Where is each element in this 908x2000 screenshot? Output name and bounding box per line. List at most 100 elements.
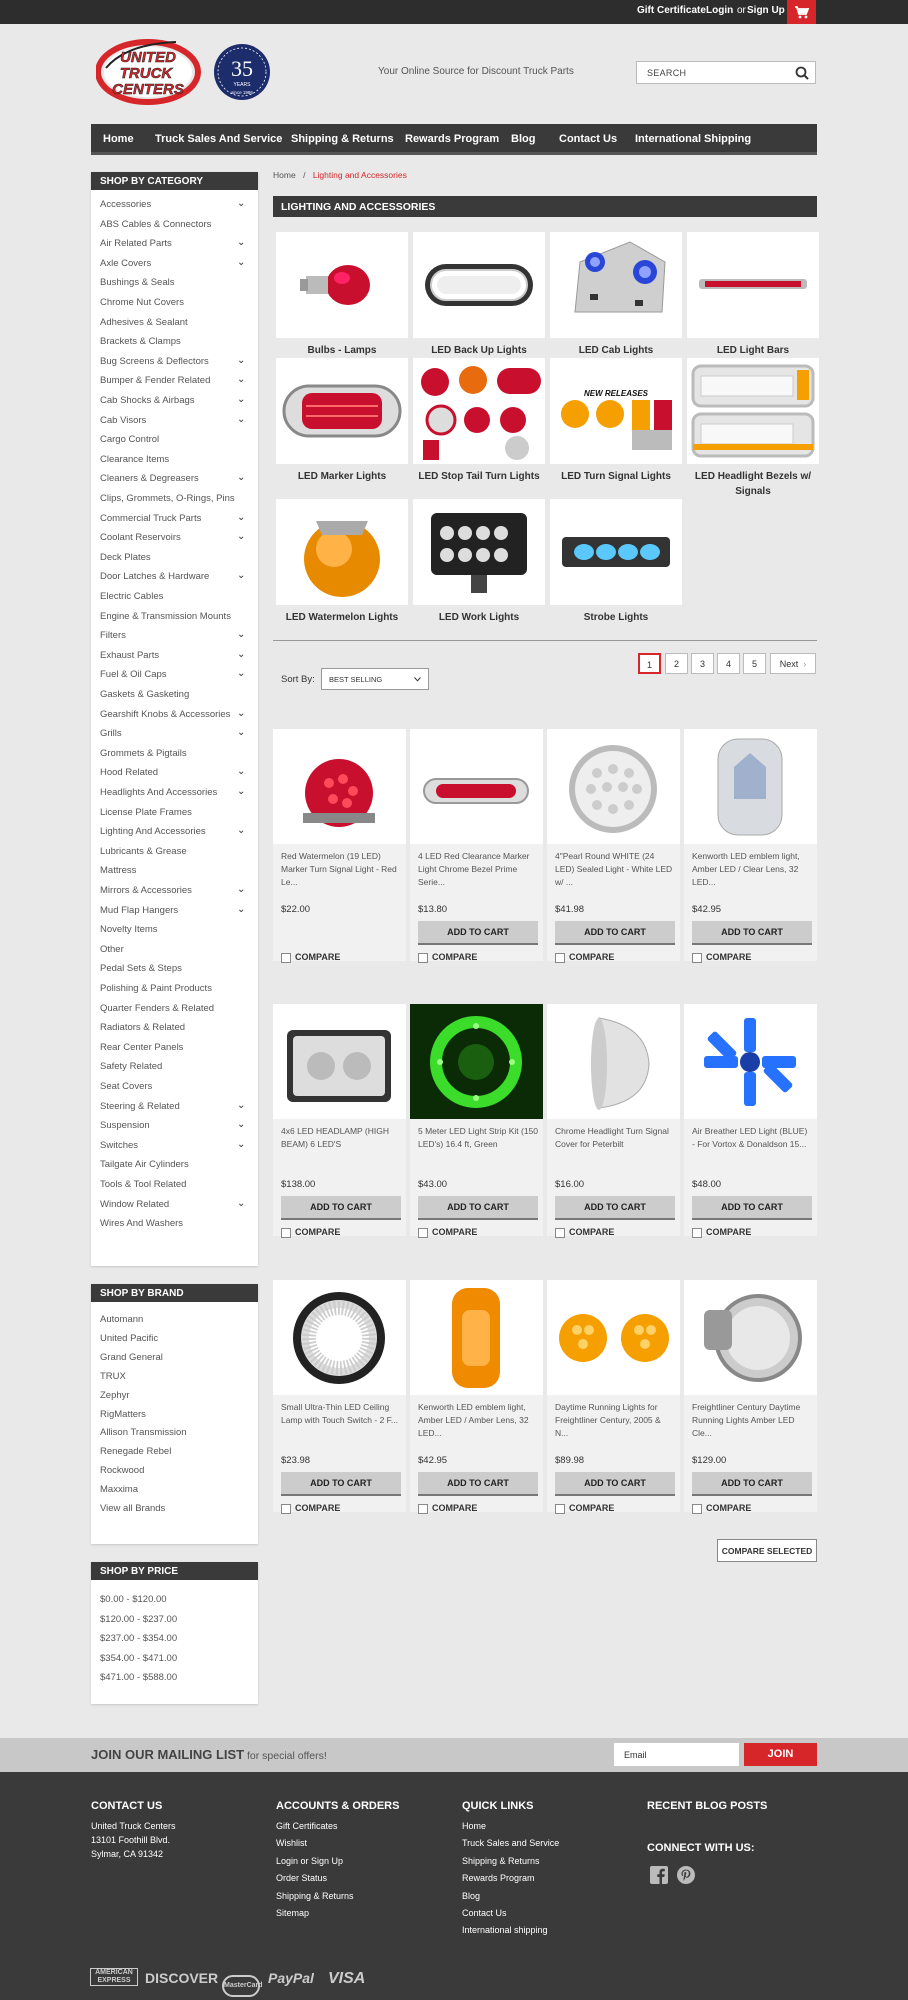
checkbox-box[interactable]: [281, 1227, 291, 1238]
subcategory-tile[interactable]: LED Cab Lights: [550, 232, 682, 358]
subcategory-image[interactable]: NEW RELEASES: [550, 358, 682, 464]
product-name[interactable]: Daytime Running Lights for Freightliner …: [555, 1401, 675, 1439]
nav-blog[interactable]: Blog: [511, 133, 535, 145]
product-image[interactable]: [273, 1280, 406, 1395]
compare-checkbox[interactable]: COMPARE: [281, 952, 340, 963]
sidebar-category-item[interactable]: Quarter Fenders & Related: [100, 1003, 214, 1014]
footer-quick-link[interactable]: Contact Us: [462, 1908, 507, 1918]
product-image[interactable]: [547, 729, 680, 844]
subcategory-tile[interactable]: Bulbs - Lamps: [276, 232, 408, 358]
footer-account-link[interactable]: Shipping & Returns: [276, 1891, 354, 1901]
sidebar-category-item[interactable]: Deck Plates: [100, 552, 151, 563]
sidebar-brand-item[interactable]: Renegade Rebel: [100, 1446, 171, 1457]
footer-quick-link[interactable]: Blog: [462, 1891, 480, 1901]
pinterest-icon[interactable]: [677, 1866, 695, 1884]
sidebar-category-item[interactable]: Tailgate Air Cylinders: [100, 1159, 189, 1170]
sidebar-category-item[interactable]: Headlights And Accessories: [100, 787, 217, 798]
footer-quick-link[interactable]: Truck Sales and Service: [462, 1838, 559, 1848]
sidebar-category-item[interactable]: Radiators & Related: [100, 1022, 185, 1033]
product-name[interactable]: 4 LED Red Clearance Marker Light Chrome …: [418, 850, 538, 888]
sidebar-category-item[interactable]: Door Latches & Hardware: [100, 571, 209, 582]
add-to-cart-button[interactable]: ADD TO CART: [281, 1196, 401, 1220]
chevron-down-icon[interactable]: ⌄: [237, 257, 245, 268]
subcategory-image[interactable]: [276, 232, 408, 338]
subcategory-tile[interactable]: LED Back Up Lights: [413, 232, 545, 358]
checkbox-box[interactable]: [692, 952, 702, 963]
sidebar-category-item[interactable]: Filters: [100, 630, 126, 641]
chevron-down-icon[interactable]: ⌄: [237, 1100, 245, 1111]
subcategory-tile[interactable]: LED Marker Lights: [276, 358, 408, 484]
compare-checkbox[interactable]: COMPARE: [692, 1227, 751, 1238]
sidebar-category-item[interactable]: Grills: [100, 728, 122, 739]
add-to-cart-button[interactable]: ADD TO CART: [555, 1472, 675, 1496]
sidebar-category-item[interactable]: Engine & Transmission Mounts: [100, 611, 231, 622]
facebook-icon[interactable]: [650, 1866, 668, 1884]
sidebar-category-item[interactable]: Adhesives & Sealant: [100, 317, 188, 328]
checkbox-box[interactable]: [555, 1503, 565, 1514]
cart-button[interactable]: [787, 0, 816, 24]
product-name[interactable]: Kenworth LED emblem light, Amber LED / C…: [692, 850, 812, 888]
add-to-cart-button[interactable]: ADD TO CART: [281, 1472, 401, 1496]
chevron-down-icon[interactable]: ⌄: [237, 198, 245, 209]
sidebar-category-item[interactable]: Exhaust Parts: [100, 650, 159, 661]
chevron-down-icon[interactable]: ⌄: [237, 1119, 245, 1130]
sidebar-category-item[interactable]: Lighting And Accessories: [100, 826, 206, 837]
subcategory-label[interactable]: LED Cab Lights: [550, 343, 682, 358]
search-input[interactable]: SEARCH: [636, 61, 816, 84]
sidebar-category-item[interactable]: Polishing & Paint Products: [100, 983, 212, 994]
sidebar-category-item[interactable]: License Plate Frames: [100, 807, 192, 818]
subcategory-label[interactable]: Strobe Lights: [550, 610, 682, 625]
checkbox-box[interactable]: [418, 1227, 428, 1238]
sidebar-category-item[interactable]: Cargo Control: [100, 434, 159, 445]
sidebar-category-item[interactable]: Gaskets & Gasketing: [100, 689, 189, 700]
subcategory-image[interactable]: [550, 499, 682, 605]
subcategory-label[interactable]: LED Marker Lights: [276, 469, 408, 484]
sidebar-category-item[interactable]: Grommets & Pigtails: [100, 748, 187, 759]
subcategory-tile[interactable]: LED Headlight Bezels w/ Signals: [687, 358, 819, 499]
sidebar-category-item[interactable]: ABS Cables & Connectors: [100, 219, 211, 230]
product-image[interactable]: [684, 1004, 817, 1119]
product-name[interactable]: 5 Meter LED Light Strip Kit (150 LED's) …: [418, 1125, 538, 1151]
sidebar-category-item[interactable]: Electric Cables: [100, 591, 163, 602]
sidebar-brand-item[interactable]: Maxxima: [100, 1484, 138, 1495]
sidebar-category-item[interactable]: Suspension: [100, 1120, 150, 1131]
product-image[interactable]: [410, 1004, 543, 1119]
chevron-down-icon[interactable]: ⌄: [237, 668, 245, 679]
footer-account-link[interactable]: Order Status: [276, 1873, 327, 1883]
product-image[interactable]: [273, 1004, 406, 1119]
compare-checkbox[interactable]: COMPARE: [281, 1227, 340, 1238]
sidebar-category-item[interactable]: Mirrors & Accessories: [100, 885, 192, 896]
sidebar-price-item[interactable]: $0.00 - $120.00: [100, 1594, 167, 1605]
search-icon[interactable]: [795, 66, 809, 80]
sidebar-category-item[interactable]: Bushings & Seals: [100, 277, 174, 288]
product-image[interactable]: [410, 729, 543, 844]
sidebar-category-item[interactable]: Wires And Washers: [100, 1218, 183, 1229]
sidebar-category-item[interactable]: Lubricants & Grease: [100, 846, 187, 857]
sidebar-category-item[interactable]: Cab Shocks & Airbags: [100, 395, 195, 406]
nav-contact[interactable]: Contact Us: [559, 133, 617, 145]
sidebar-category-item[interactable]: Clips, Grommets, O-Rings, Pins: [100, 493, 235, 504]
chevron-down-icon[interactable]: ⌄: [237, 374, 245, 385]
compare-checkbox[interactable]: COMPARE: [418, 1227, 477, 1238]
subcategory-image[interactable]: [687, 358, 819, 464]
sidebar-brand-item[interactable]: Automann: [100, 1314, 143, 1325]
product-image[interactable]: [547, 1280, 680, 1395]
subcategory-tile[interactable]: Strobe Lights: [550, 499, 682, 625]
chevron-down-icon[interactable]: ⌄: [237, 1198, 245, 1209]
product-image[interactable]: [684, 729, 817, 844]
sidebar-category-item[interactable]: Chrome Nut Covers: [100, 297, 184, 308]
product-image[interactable]: [410, 1280, 543, 1395]
sidebar-category-item[interactable]: Other: [100, 944, 124, 955]
add-to-cart-button[interactable]: ADD TO CART: [418, 921, 538, 945]
chevron-down-icon[interactable]: ⌄: [237, 1139, 245, 1150]
sidebar-category-item[interactable]: Clearance Items: [100, 454, 169, 465]
subcategory-label[interactable]: LED Stop Tail Turn Lights: [413, 469, 545, 484]
compare-checkbox[interactable]: COMPARE: [418, 1503, 477, 1514]
subcategory-tile[interactable]: LED Watermelon Lights: [276, 499, 408, 625]
nav-international[interactable]: International Shipping: [635, 133, 751, 145]
checkbox-box[interactable]: [555, 1227, 565, 1238]
add-to-cart-button[interactable]: ADD TO CART: [418, 1472, 538, 1496]
product-image[interactable]: [684, 1280, 817, 1395]
subcategory-image[interactable]: [550, 232, 682, 338]
page-button[interactable]: 3: [691, 653, 714, 674]
